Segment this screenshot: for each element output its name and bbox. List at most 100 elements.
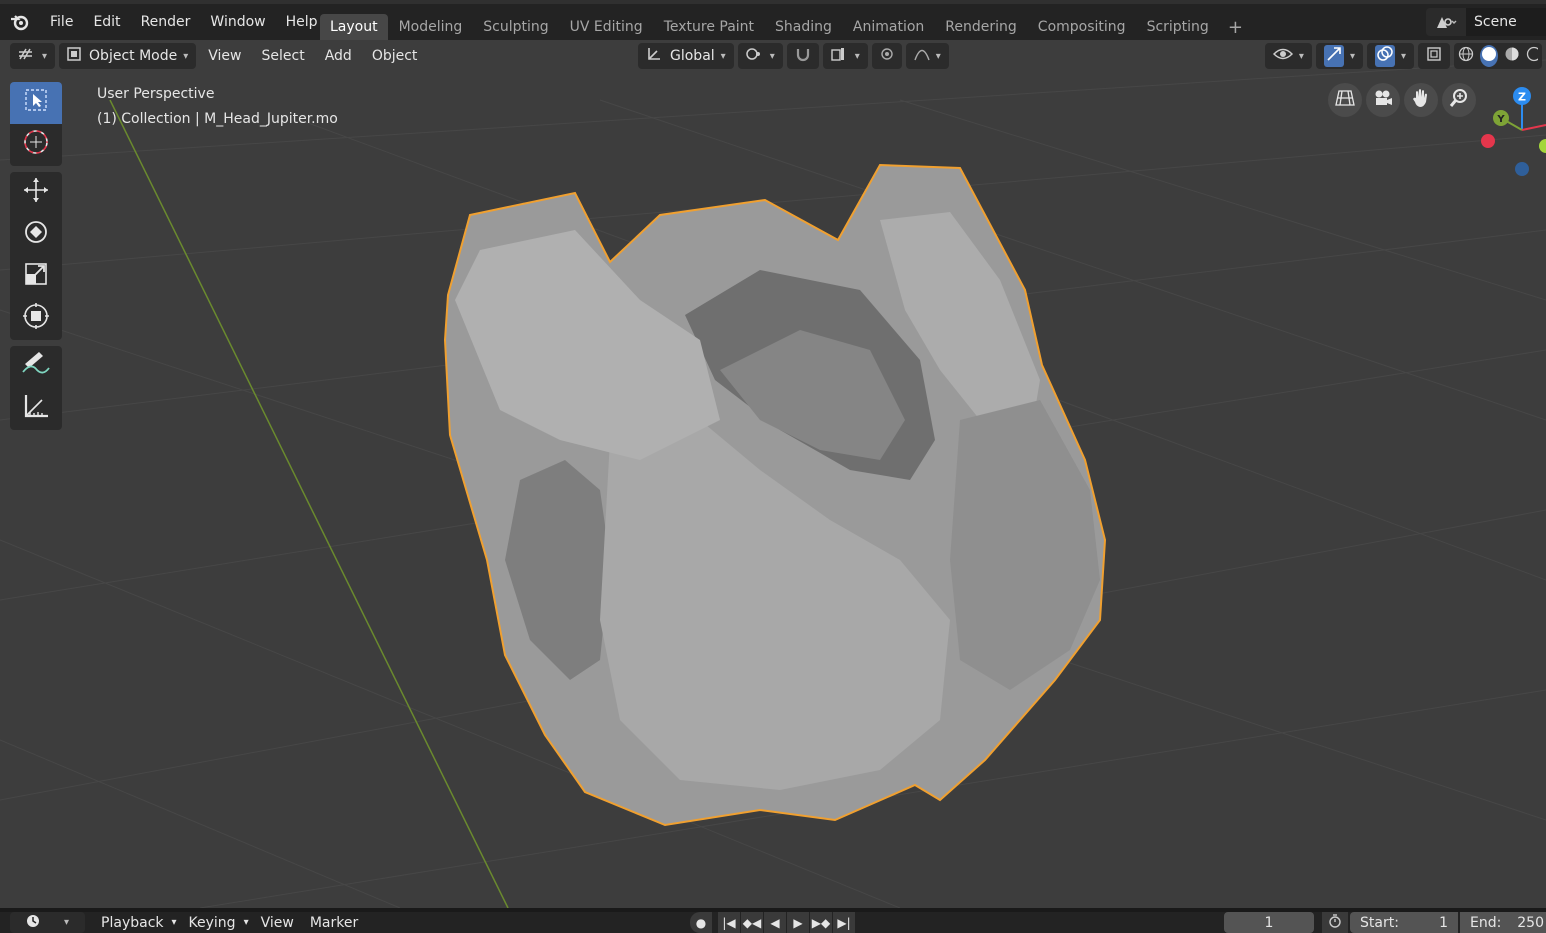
playback-controls: ● |◀ ◆◀ ◀ ▶ ▶◆ ▶| [690, 912, 856, 933]
rendered-shading-icon[interactable] [1526, 46, 1542, 66]
current-frame-field[interactable]: 1 [1224, 912, 1314, 933]
jump-to-keyframe-next-button[interactable]: ▶◆ [810, 912, 832, 933]
chevron-down-icon: ▾ [42, 50, 48, 62]
material-preview-icon[interactable] [1504, 46, 1520, 66]
cursor-tool[interactable] [10, 124, 62, 166]
shading-mode-group [1454, 43, 1542, 69]
rotate-tool[interactable] [10, 214, 62, 256]
navigation-gizmo[interactable]: Z Y [1480, 80, 1546, 180]
frame-range: 1 Start: 1 End: 250 [1224, 912, 1546, 933]
menu-add[interactable]: Add [317, 43, 360, 69]
chevron-down-icon: ▾ [243, 917, 249, 928]
tab-scripting[interactable]: Scripting [1137, 14, 1219, 40]
camera-view-button[interactable] [1366, 83, 1400, 117]
menu-render[interactable]: Render [131, 4, 201, 40]
measure-tool[interactable] [10, 388, 62, 430]
tab-compositing[interactable]: Compositing [1028, 14, 1136, 40]
auto-keying-toggle[interactable]: ● [690, 912, 712, 933]
start-value: 1 [1439, 914, 1448, 931]
select-box-tool[interactable] [10, 82, 62, 124]
chevron-down-icon: ▾ [183, 50, 189, 62]
jump-to-end-button[interactable]: ▶| [833, 912, 855, 933]
menu-timeline-view[interactable]: View [253, 915, 302, 931]
tab-uv-editing[interactable]: UV Editing [560, 14, 653, 40]
overlays-icon [1374, 45, 1395, 67]
zoom-view-button[interactable] [1442, 83, 1476, 117]
snap-increment-icon [831, 47, 849, 65]
stopwatch-icon [1328, 913, 1342, 932]
end-frame-field[interactable]: End: 250 [1460, 912, 1546, 933]
chevron-down-icon: ▾ [769, 50, 775, 62]
3d-viewport[interactable]: ▾ Object Mode ▾ View Select Add Object G… [0, 40, 1546, 908]
solid-shading-icon[interactable] [1480, 45, 1498, 67]
scene-icon[interactable] [1426, 8, 1466, 36]
proportional-editing-toggle[interactable] [871, 43, 902, 69]
tab-shading[interactable]: Shading [765, 14, 842, 40]
annotate-tool[interactable] [10, 346, 62, 388]
ruler-icon [22, 392, 50, 426]
active-object-label: (1) Collection | M_Head_Jupiter.mo [97, 111, 338, 127]
menu-select[interactable]: Select [254, 43, 313, 69]
select-cursor-icon [24, 88, 48, 118]
xray-icon [1426, 46, 1442, 66]
next-keyframe-icon: ▶◆ [811, 915, 831, 930]
jump-to-keyframe-prev-button[interactable]: ◆◀ [741, 912, 763, 933]
scale-tool[interactable] [10, 256, 62, 298]
orientation-dropdown[interactable]: Global ▾ [638, 43, 734, 69]
editor-type-button[interactable]: ▾ [10, 43, 56, 69]
menu-view[interactable]: View [200, 43, 249, 69]
menu-object[interactable]: Object [364, 43, 426, 69]
toggle-perspective-button[interactable] [1328, 83, 1362, 117]
jump-to-start-button[interactable]: |◀ [718, 912, 740, 933]
menu-file[interactable]: File [40, 4, 83, 40]
scene-name-field[interactable]: Scene [1466, 8, 1546, 36]
hand-icon [1411, 88, 1431, 112]
start-label: Start: [1360, 914, 1399, 931]
pencil-icon [21, 350, 51, 384]
tab-layout[interactable]: Layout [320, 14, 388, 40]
transform-controls: Global ▾ ▾ ▾ ▾ [638, 43, 953, 69]
wireframe-shading-icon[interactable] [1458, 46, 1474, 66]
play-reverse-button[interactable]: ◀ [764, 912, 786, 933]
menu-playback[interactable]: Playback [93, 915, 171, 931]
move-tool[interactable] [10, 172, 62, 214]
snap-toggle[interactable] [786, 43, 819, 69]
tab-animation[interactable]: Animation [843, 14, 934, 40]
transform-icon [22, 302, 50, 336]
tab-modeling[interactable]: Modeling [389, 14, 473, 40]
pan-view-button[interactable] [1404, 83, 1438, 117]
pivot-point-button[interactable]: ▾ [737, 43, 783, 69]
visibility-button[interactable]: ▾ [1264, 43, 1312, 69]
prev-keyframe-icon: ◆◀ [742, 915, 762, 930]
gizmo-toggle[interactable]: ▾ [1315, 43, 1363, 69]
menu-keying[interactable]: Keying [181, 915, 244, 931]
chevron-down-icon: ▾ [1349, 50, 1355, 62]
blender-logo-icon[interactable] [0, 4, 40, 40]
proportional-falloff-button[interactable]: ▾ [905, 43, 949, 69]
mode-dropdown[interactable]: Object Mode ▾ [59, 43, 197, 69]
start-frame-field[interactable]: Start: 1 [1350, 912, 1458, 933]
scene-selector: Scene [1426, 8, 1546, 36]
scale-icon [23, 261, 49, 293]
timeline-editor-type-button[interactable]: ▾ [10, 912, 86, 933]
menu-edit[interactable]: Edit [83, 4, 130, 40]
falloff-curve-icon [914, 47, 930, 65]
rotate-icon [22, 218, 50, 252]
transform-tool[interactable] [10, 298, 62, 340]
menu-window[interactable]: Window [200, 4, 275, 40]
overlays-toggle[interactable]: ▾ [1366, 43, 1414, 69]
tab-rendering[interactable]: Rendering [935, 14, 1027, 40]
main-menu: File Edit Render Window Help [40, 4, 328, 40]
play-button[interactable]: ▶ [787, 912, 809, 933]
preview-range-toggle[interactable] [1322, 912, 1348, 933]
snap-target-button[interactable]: ▾ [822, 43, 868, 69]
tab-sculpting[interactable]: Sculpting [473, 14, 558, 40]
end-value: 250 [1517, 914, 1544, 931]
add-workspace-button[interactable]: + [1220, 17, 1251, 38]
xray-toggle[interactable] [1418, 43, 1450, 69]
object-mode-icon [67, 47, 81, 65]
viewport-canvas [0, 40, 1546, 908]
menu-marker[interactable]: Marker [302, 915, 366, 931]
z-axis-label: Z [1518, 91, 1526, 104]
tab-texture-paint[interactable]: Texture Paint [654, 14, 764, 40]
